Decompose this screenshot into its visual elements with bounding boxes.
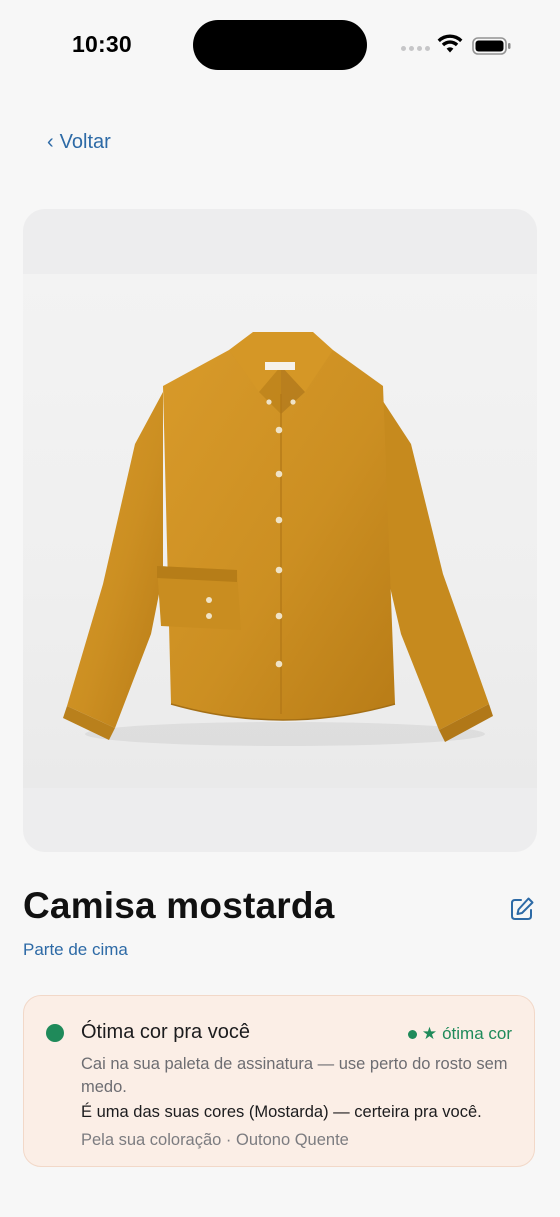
color-status-dot <box>46 1024 64 1042</box>
signal-icon <box>401 46 430 51</box>
back-label: Voltar <box>59 131 111 153</box>
color-match-description: Cai na sua paleta de assinatura — use pe… <box>81 1055 508 1096</box>
status-time: 10:30 <box>72 31 132 57</box>
color-match-badge: ★ ótima cor <box>407 1024 512 1044</box>
badge-label: ótima cor <box>442 1024 512 1043</box>
chevron-left-icon: ‹ <box>47 131 54 153</box>
item-category: Parte de cima <box>23 940 128 959</box>
color-match-source: Pela sua coloração · Outono Quente <box>81 1131 349 1149</box>
color-match-note: É uma das suas cores (Mostarda) — certei… <box>81 1103 482 1121</box>
battery-icon <box>472 37 511 55</box>
back-button[interactable]: ‹ Voltar <box>47 131 111 154</box>
color-match-title: Ótima cor pra você <box>81 1021 250 1043</box>
item-title: Camisa mostarda <box>23 885 335 926</box>
color-match-card: Ótima cor pra você ★ ótima cor Cai na su… <box>23 995 535 1167</box>
wifi-icon <box>437 34 463 53</box>
edit-icon[interactable] <box>509 896 535 922</box>
star-icon: ★ <box>421 1024 438 1043</box>
shirt-image <box>63 332 493 746</box>
badge-dot-icon <box>407 1029 417 1039</box>
item-image-card <box>23 209 537 852</box>
item-photo <box>23 274 537 788</box>
dynamic-island <box>193 20 367 70</box>
